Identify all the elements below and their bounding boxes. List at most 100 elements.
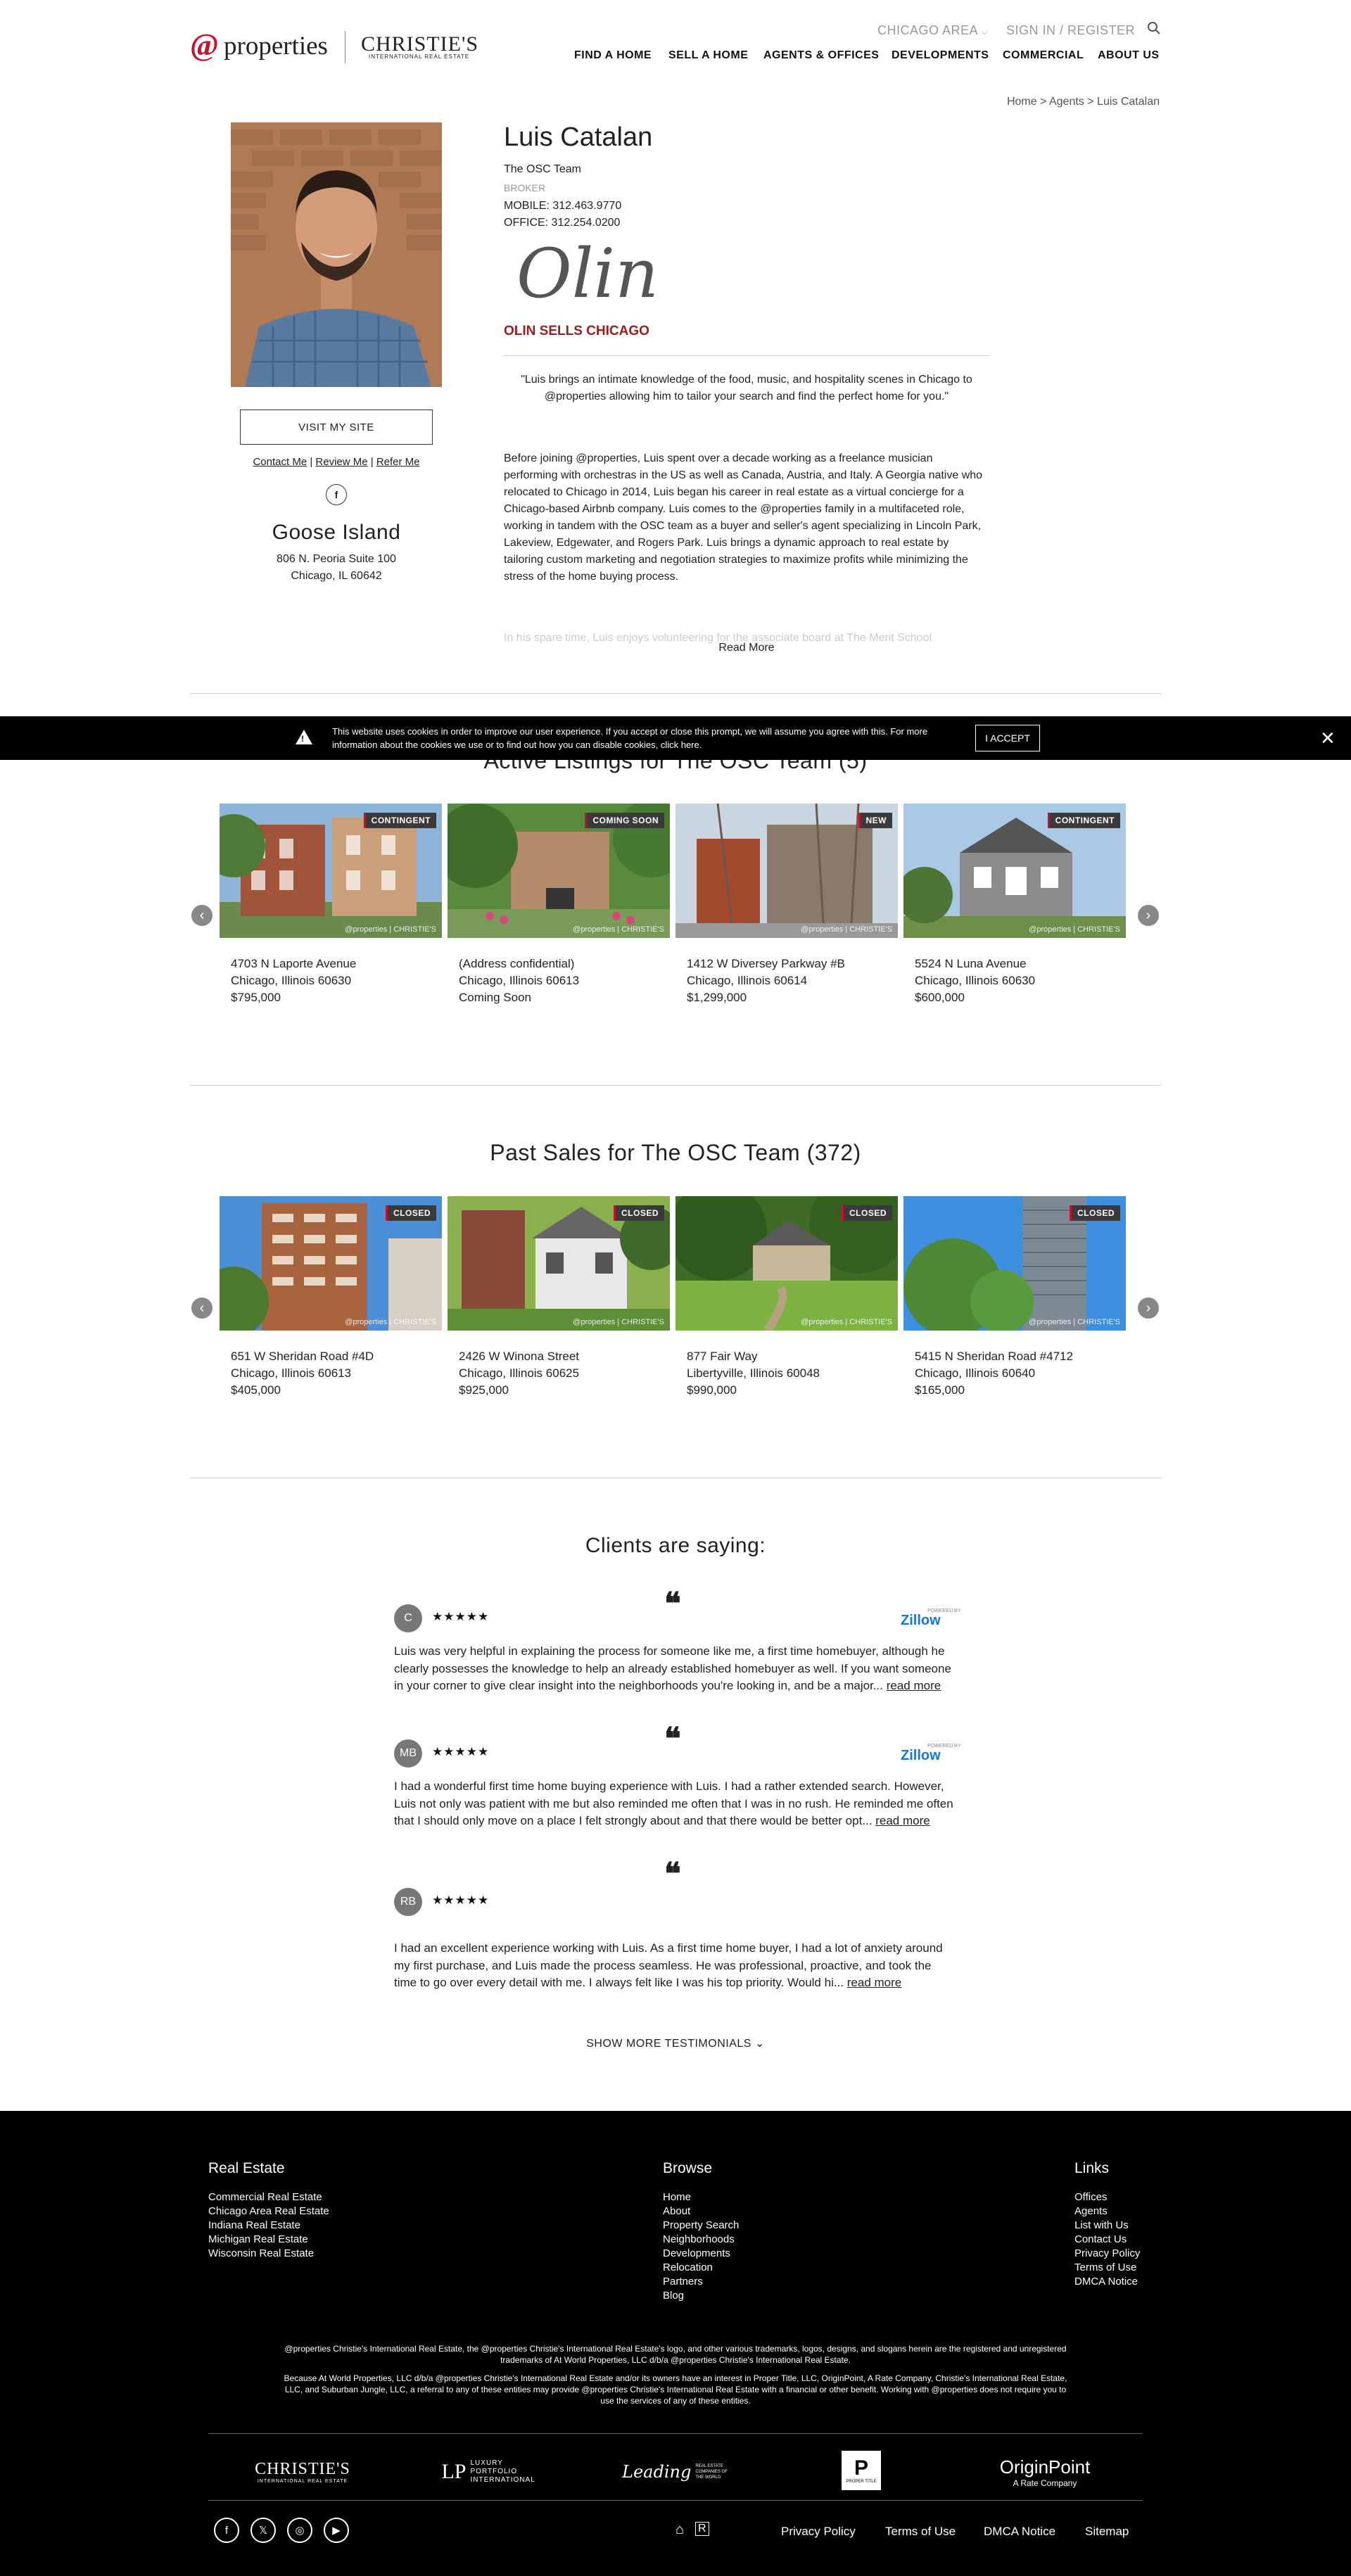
agent-signature: Olin <box>516 234 659 313</box>
read-more-link[interactable]: read more <box>887 1679 941 1692</box>
agent-office-phone[interactable]: OFFICE: 312.254.0200 <box>504 217 620 229</box>
photo-watermark: @properties | CHRISTIE'S <box>1029 925 1120 934</box>
listing-price: $1,299,000 <box>687 991 747 1004</box>
carousel-prev-button[interactable]: ‹ <box>191 1297 213 1319</box>
contact-me-link[interactable]: Contact Me <box>253 456 307 468</box>
privacy-policy-link[interactable]: Privacy Policy <box>781 2525 856 2539</box>
breadcrumb-home[interactable]: Home <box>1007 96 1037 108</box>
footer-link[interactable]: List with Us <box>1074 2219 1140 2233</box>
listing-photo: CLOSED @properties | CHRISTIE'S <box>448 1196 670 1331</box>
zillow-logo[interactable]: Zillow <box>901 1613 941 1629</box>
nav-find-a-home[interactable]: FIND A HOME <box>574 49 652 62</box>
photo-watermark: @properties | CHRISTIE'S <box>345 1318 436 1326</box>
listing-photo: CONTINGENT @properties | CHRISTIE'S <box>903 804 1126 938</box>
carousel-prev-button[interactable]: ‹ <box>191 905 213 926</box>
agent-mobile[interactable]: MOBILE: 312.463.9770 <box>504 200 621 212</box>
footer-link[interactable]: Home <box>663 2190 739 2204</box>
footer-link[interactable]: Terms of Use <box>1074 2261 1140 2275</box>
instagram-icon[interactable]: ◎ <box>287 2518 312 2543</box>
divider <box>504 355 989 356</box>
listing-photo: CLOSED @properties | CHRISTIE'S <box>903 1196 1126 1331</box>
luxury-portfolio-logo[interactable]: LP LUXURY PORTFOLIO INTERNATIONAL <box>435 2451 540 2493</box>
footer-link[interactable]: Property Search <box>663 2219 739 2233</box>
youtube-icon[interactable]: ▶ <box>324 2518 349 2543</box>
close-icon[interactable]: ✕ <box>1320 728 1336 749</box>
originpoint-logo[interactable]: OriginPoint A Rate Company <box>985 2451 1105 2493</box>
agent-role: BROKER <box>504 182 546 193</box>
refer-me-link[interactable]: Refer Me <box>376 456 420 468</box>
listing-price: $405,000 <box>231 1383 281 1397</box>
footer-link[interactable]: Michigan Real Estate <box>208 2233 329 2247</box>
nav-developments[interactable]: DEVELOPMENTS <box>892 49 989 62</box>
zillow-logo[interactable]: Zillow <box>901 1748 941 1764</box>
status-badge: CLOSED <box>385 1205 436 1221</box>
footer-link[interactable]: Contact Us <box>1074 2233 1140 2247</box>
footer-link[interactable]: Relocation <box>663 2261 739 2275</box>
footer-link[interactable]: Neighborhoods <box>663 2233 739 2247</box>
footer-link[interactable]: Privacy Policy <box>1074 2247 1140 2261</box>
read-more-link[interactable]: read more <box>875 1814 930 1827</box>
footer-link[interactable]: About <box>663 2204 739 2219</box>
warning-icon-mark: ! <box>301 734 304 744</box>
region-label: CHICAGO AREA <box>877 23 978 37</box>
footer-link[interactable]: Offices <box>1074 2190 1140 2204</box>
x-twitter-icon[interactable]: 𝕏 <box>250 2518 276 2543</box>
footer-link[interactable]: Chicago Area Real Estate <box>208 2204 329 2219</box>
footer-divider <box>208 2500 1143 2501</box>
carousel-next-button[interactable]: › <box>1138 905 1159 926</box>
show-more-label: SHOW MORE TESTIMONIALS <box>586 2038 751 2050</box>
sitemap-link[interactable]: Sitemap <box>1085 2525 1129 2539</box>
footer-link[interactable]: Developments <box>663 2247 739 2261</box>
search-icon[interactable] <box>1147 21 1161 39</box>
past-sales-title: Past Sales for The OSC Team (372) <box>490 1140 861 1165</box>
footer-link[interactable]: Commercial Real Estate <box>208 2190 329 2204</box>
listing-price: $165,000 <box>915 1383 965 1397</box>
footer-link[interactable]: DMCA Notice <box>1074 2275 1140 2289</box>
photo-watermark: @properties | CHRISTIE'S <box>573 1318 664 1326</box>
status-badge: CLOSED <box>613 1205 664 1221</box>
testimonial-text: I had an excellent experience working wi… <box>394 1940 957 1992</box>
nav-sell-a-home[interactable]: SELL A HOME <box>668 49 748 62</box>
carousel-next-button[interactable]: › <box>1138 1297 1159 1319</box>
proper-title-logo[interactable]: P PROPER TITLE <box>842 2451 881 2490</box>
listing-address: 877 Fair Way <box>687 1350 758 1363</box>
dmca-notice-link[interactable]: DMCA Notice <box>984 2525 1055 2539</box>
facebook-icon[interactable]: f <box>214 2518 239 2543</box>
cookie-accept-button[interactable]: I ACCEPT <box>975 725 1040 751</box>
review-me-link[interactable]: Review Me <box>315 456 367 468</box>
listing-city: Chicago, Illinois 60613 <box>231 1366 352 1380</box>
status-badge: CLOSED <box>841 1205 892 1221</box>
footer-link[interactable]: Agents <box>1074 2204 1140 2219</box>
breadcrumb-current: Luis Catalan <box>1097 96 1160 108</box>
nav-agents-offices[interactable]: AGENTS & OFFICES <box>763 49 879 62</box>
footer-link[interactable]: Wisconsin Real Estate <box>208 2247 329 2261</box>
footer-list-links: Offices Agents List with Us Contact Us P… <box>1074 2190 1140 2289</box>
avatar: RB <box>394 1888 422 1916</box>
facebook-icon[interactable]: f <box>326 484 347 505</box>
christies-logo[interactable]: CHRISTIE'S INTERNATIONAL REAL ESTATE <box>246 2451 359 2493</box>
listing-city: Chicago, Illinois 60630 <box>915 974 1036 987</box>
agent-quote: "Luis brings an intimate knowledge of th… <box>521 374 972 402</box>
christies-logo-sub: INTERNATIONAL REAL ESTATE <box>257 2479 348 2484</box>
logo-at-sign: @ <box>190 27 219 62</box>
breadcrumb-sep: > <box>1040 96 1047 108</box>
warning-icon <box>296 730 312 744</box>
footer-link[interactable]: Blog <box>663 2289 739 2303</box>
nav-commercial[interactable]: COMMERCIAL <box>1003 49 1084 62</box>
leading-re-logo[interactable]: Leading REAL ESTATE COMPANIES OF THE WOR… <box>622 2451 728 2493</box>
read-more-link[interactable]: read more <box>847 1976 901 1989</box>
breadcrumb-agents[interactable]: Agents <box>1049 96 1084 108</box>
footer-link[interactable]: Indiana Real Estate <box>208 2219 329 2233</box>
terms-of-use-link[interactable]: Terms of Use <box>885 2525 956 2539</box>
show-more-testimonials-button[interactable]: SHOW MORE TESTIMONIALS ⌄ <box>0 2036 1351 2050</box>
office-address-line1: 806 N. Peoria Suite 100 <box>277 553 396 565</box>
photo-watermark: @properties | CHRISTIE'S <box>1029 1318 1120 1326</box>
footer-link[interactable]: Partners <box>663 2275 739 2289</box>
signin-link[interactable]: SIGN IN / REGISTER <box>1006 23 1135 38</box>
region-dropdown[interactable]: CHICAGO AREA ⌵ <box>877 23 988 38</box>
read-more-link[interactable]: Read More <box>504 642 989 654</box>
testimonial-text: Luis was very helpful in explaining the … <box>394 1643 957 1695</box>
originpoint-logo-sub: A Rate Company <box>1013 2477 1077 2488</box>
visit-my-site-button[interactable]: VISIT MY SITE <box>240 410 433 445</box>
nav-about-us[interactable]: ABOUT US <box>1098 49 1160 62</box>
